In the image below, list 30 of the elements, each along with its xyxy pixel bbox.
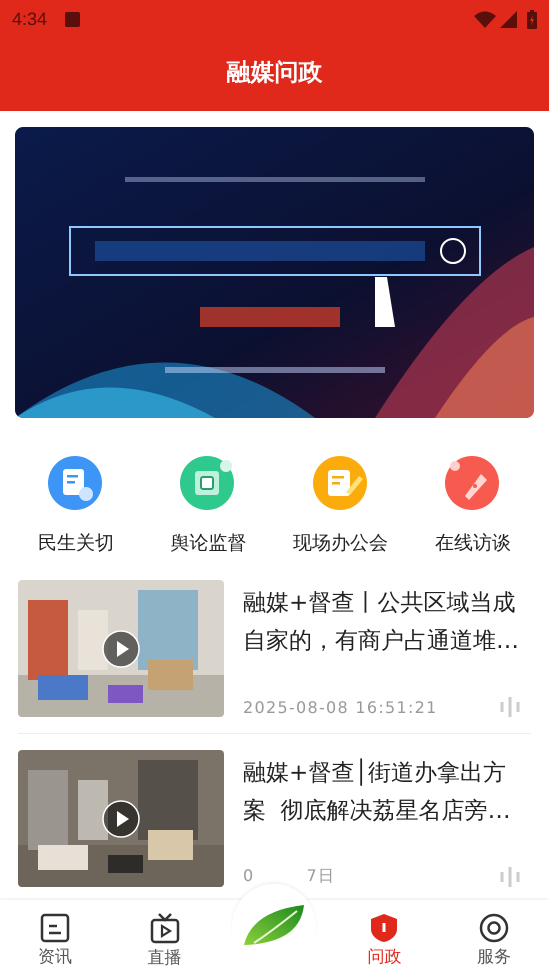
shortcut-label[interactable]: 现场办公会 bbox=[293, 530, 388, 556]
target-icon bbox=[479, 912, 510, 942]
page-title: 融媒问政 bbox=[226, 56, 324, 88]
microphone-icon[interactable] bbox=[444, 456, 501, 512]
play-icon[interactable] bbox=[102, 800, 140, 838]
article-date: 7日 bbox=[306, 866, 336, 887]
tab-item[interactable]: 直播 bbox=[110, 900, 220, 976]
tab-item[interactable]: 服务 bbox=[439, 900, 549, 976]
chip-icon[interactable] bbox=[180, 456, 236, 512]
tab-item[interactable]: 资讯 bbox=[0, 900, 110, 976]
shortcut-label[interactable]: 民生关切 bbox=[38, 530, 114, 556]
article-title[interactable]: 案 彻底解决荔星名店旁… bbox=[243, 792, 531, 830]
document-icon bbox=[40, 912, 70, 942]
document-icon[interactable] bbox=[48, 456, 104, 512]
tv-icon bbox=[150, 912, 180, 944]
article-date: 0 bbox=[243, 866, 254, 887]
play-icon[interactable] bbox=[102, 630, 140, 668]
signal-icon bbox=[500, 10, 517, 28]
note-icon[interactable] bbox=[312, 456, 369, 512]
shortcut-label[interactable]: 舆论监督 bbox=[170, 530, 246, 556]
wifi-icon bbox=[474, 10, 496, 28]
battery-icon bbox=[527, 10, 537, 28]
article-date: 2025-08-08 16:51:21 bbox=[243, 698, 438, 716]
article-title[interactable]: 自家的，有商户占通道堆… bbox=[243, 622, 531, 660]
shortcut-label[interactable]: 在线访谈 bbox=[434, 530, 511, 556]
tab-item[interactable]: 问政 bbox=[329, 900, 440, 976]
article-title[interactable]: 融媒+督查│街道办拿出方 bbox=[243, 754, 531, 792]
status-time: 4:34 bbox=[12, 8, 48, 30]
article-title[interactable]: 融媒+督查丨公共区域当成 bbox=[243, 584, 531, 622]
shield-icon bbox=[370, 912, 398, 942]
